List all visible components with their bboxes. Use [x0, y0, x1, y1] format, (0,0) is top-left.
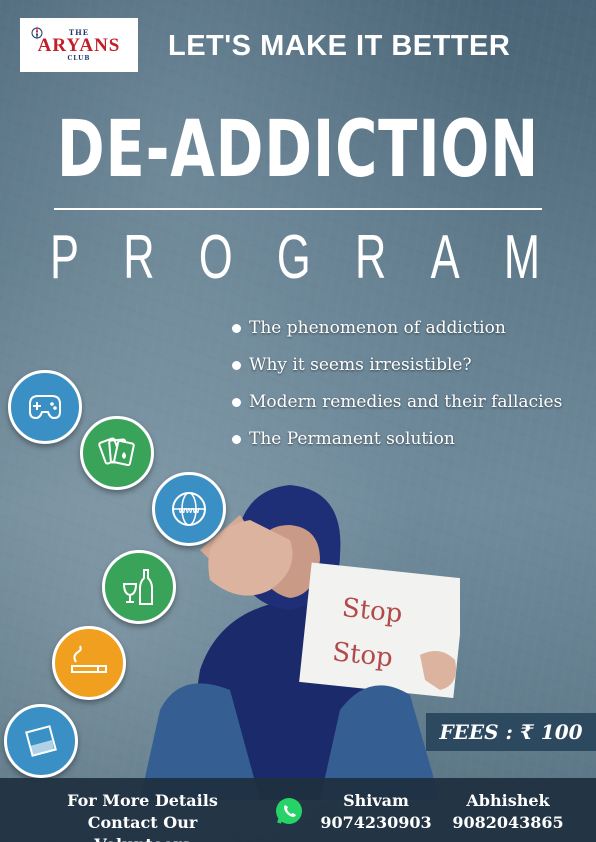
page-title: DE-ADDICTION	[56, 105, 540, 195]
svg-text:www: www	[177, 505, 200, 515]
compass-icon	[31, 26, 43, 40]
title-divider	[54, 208, 542, 210]
details-line-2: Contact Our Volunteers	[87, 813, 198, 842]
list-item: Why it seems irresistible?	[232, 355, 562, 375]
aryans-club-logo: THE ARYANS CLUB	[20, 18, 138, 72]
list-item: The phenomenon of addiction	[232, 318, 562, 338]
subtitle-letter: P	[50, 223, 79, 292]
subtitle-letter: R	[123, 223, 155, 292]
contact-name: Shivam	[343, 791, 409, 810]
contact-shivam: Shivam 9074230903	[316, 790, 436, 834]
topic-list: The phenomenon of addiction Why it seems…	[232, 318, 562, 466]
playing-cards-icon	[80, 416, 154, 490]
logo-club: CLUB	[67, 55, 91, 62]
subtitle-letter: G	[276, 223, 311, 292]
whatsapp-icon	[276, 798, 302, 824]
bullet-dot	[232, 360, 241, 370]
contact-phone: 9074230903	[320, 813, 432, 832]
contact-abhishek: Abhishek 9082043865	[448, 790, 568, 834]
poster: THE ARYANS CLUB LET'S MAKE IT BETTER DE-…	[0, 0, 596, 842]
wine-bottle-icon	[102, 550, 176, 624]
subtitle-letter: M	[503, 223, 540, 292]
bullet-dot	[232, 434, 241, 444]
list-item-text: Why it seems irresistible?	[249, 355, 472, 375]
logo-name: ARYANS	[37, 35, 121, 56]
game-controller-icon	[8, 370, 82, 444]
details-text: For More Details Contact Our Volunteers	[40, 790, 245, 842]
subtitle-letter: R	[354, 223, 387, 292]
tagline: LET'S MAKE IT BETTER	[168, 30, 511, 62]
footer: For More Details Contact Our Volunteers …	[0, 778, 596, 842]
bullet-dot	[232, 323, 241, 333]
details-line-1: For More Details	[67, 791, 218, 810]
drug-bag-icon	[4, 704, 78, 778]
list-item-text: Modern remedies and their fallacies	[249, 392, 563, 412]
sign-text-1: Stop	[341, 593, 404, 629]
bullet-dot	[232, 397, 241, 407]
subtitle-letter: A	[430, 223, 460, 292]
list-item: Modern remedies and their fallacies	[232, 392, 562, 412]
cigarette-icon	[52, 626, 126, 700]
list-item-text: The phenomenon of addiction	[249, 318, 506, 338]
subtitle: P R O G R A M	[50, 222, 540, 293]
contact-phone: 9082043865	[452, 813, 564, 832]
contact-name: Abhishek	[466, 791, 550, 810]
subtitle-letter: O	[198, 223, 233, 292]
sign-text-2: Stop	[331, 637, 394, 673]
www-globe-icon: www	[152, 472, 226, 546]
list-item: The Permanent solution	[232, 429, 562, 449]
list-item-text: The Permanent solution	[249, 429, 455, 449]
fees-badge: FEES : ₹ 100	[426, 713, 596, 751]
